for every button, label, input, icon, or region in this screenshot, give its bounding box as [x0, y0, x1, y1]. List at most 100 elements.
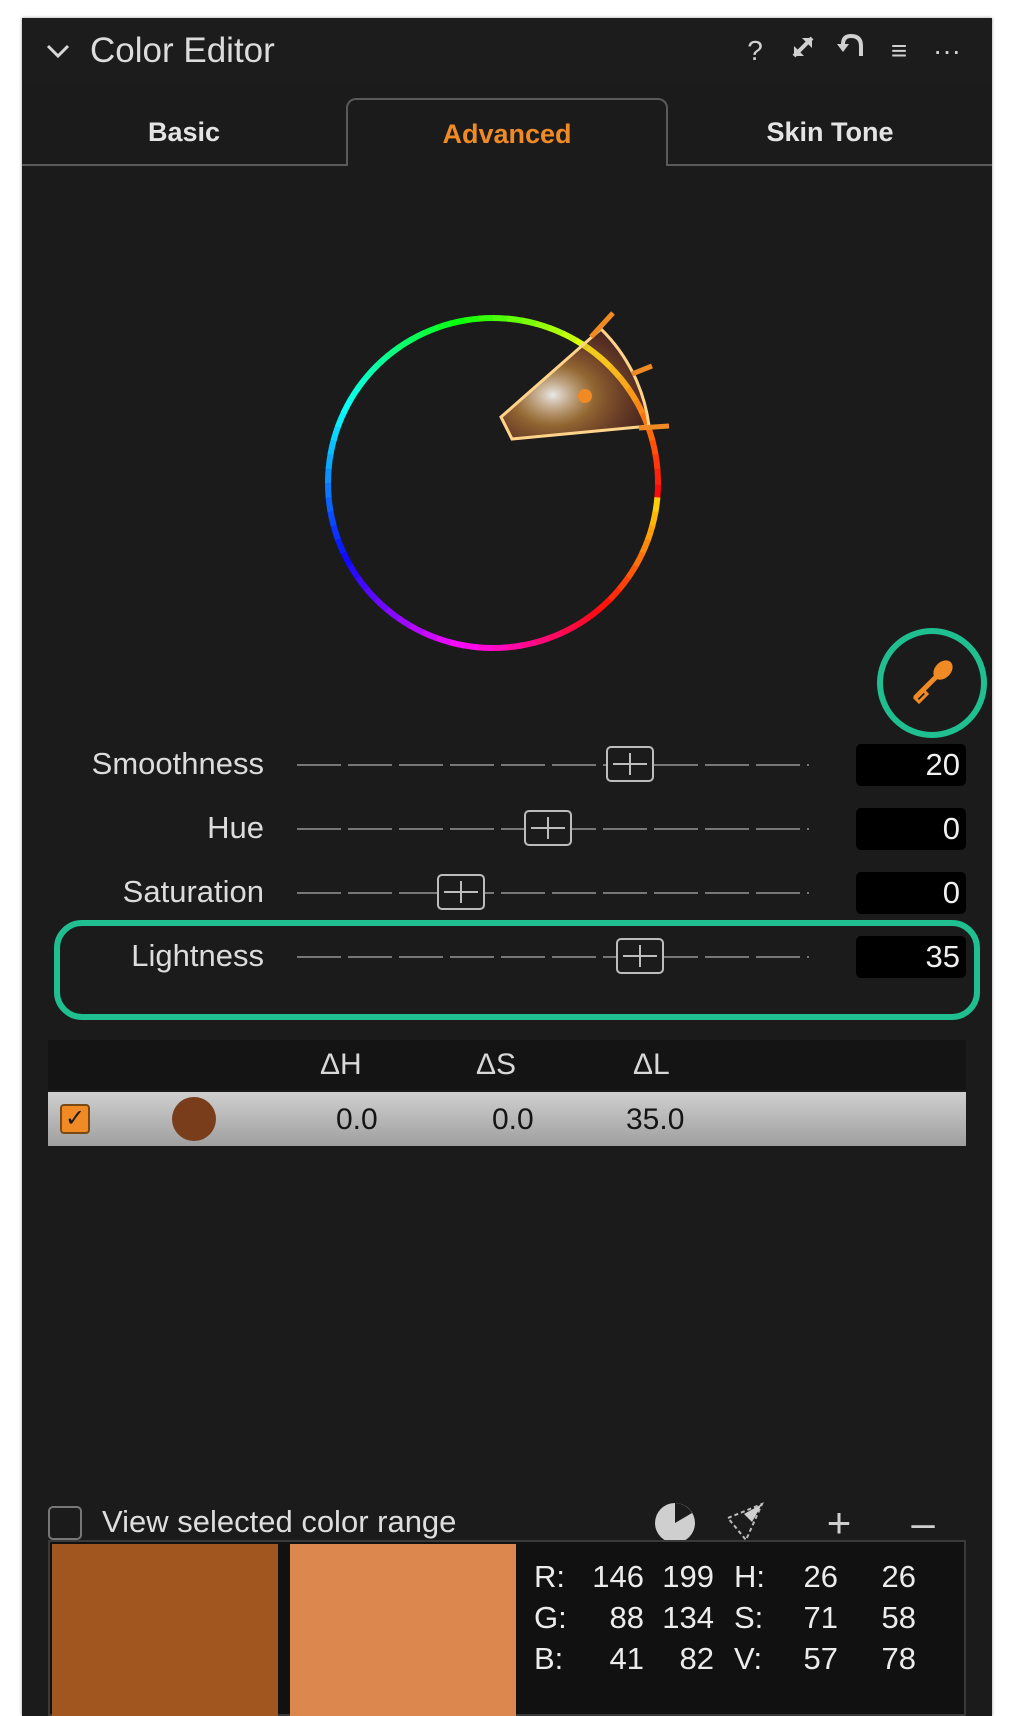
hue-ring-segment[interactable]	[463, 315, 481, 324]
tab-advanced[interactable]: Advanced	[346, 98, 668, 166]
hue-ring-segment[interactable]	[325, 452, 334, 469]
hue-ring-segment[interactable]	[491, 644, 508, 651]
hue-ring-segment[interactable]	[383, 606, 401, 621]
row-color-swatch[interactable]	[172, 1097, 216, 1141]
hue-ring-segment[interactable]	[433, 634, 452, 646]
hue-ring-segment[interactable]	[649, 439, 659, 457]
hue-ring-segment[interactable]	[654, 482, 661, 500]
chevron-down-icon[interactable]	[44, 40, 72, 64]
hue-ring-segment[interactable]	[644, 524, 656, 543]
hue-ring-segment[interactable]	[521, 317, 539, 327]
hue-ring-segment[interactable]	[325, 466, 332, 484]
hue-ring-segment[interactable]	[325, 495, 334, 513]
table-row[interactable]: ✓ 0.0 0.0 35.0	[48, 1092, 966, 1146]
hue-ring-segment[interactable]	[654, 468, 661, 485]
tab-basic[interactable]: Basic	[22, 98, 346, 166]
hue-ring-segment[interactable]	[330, 523, 341, 541]
hue-ring-segment[interactable]	[476, 644, 494, 651]
readout-v3-0: 26	[803, 1559, 838, 1594]
hue-ring-segment[interactable]	[548, 325, 566, 337]
hue-ring-segment[interactable]	[572, 615, 590, 630]
row-enabled-checkbox[interactable]: ✓	[60, 1104, 90, 1134]
hue-ring-segment[interactable]	[327, 437, 337, 455]
hue-ring-segment[interactable]	[652, 497, 661, 514]
hue-ring-segment[interactable]	[363, 585, 379, 602]
help-icon[interactable]: ?	[740, 33, 770, 69]
column-header-delta-h: ΔH	[320, 1048, 362, 1081]
readout-c1-2: B:	[534, 1641, 564, 1676]
hue-ring-segment[interactable]	[335, 410, 347, 428]
hue-ring-segment[interactable]	[561, 330, 579, 344]
slider-track[interactable]	[297, 764, 809, 766]
hue-ring-segment[interactable]	[449, 317, 467, 327]
hue-ring-segment[interactable]	[559, 623, 577, 636]
more-icon[interactable]: ···	[932, 33, 962, 69]
hue-ring-segment[interactable]	[533, 635, 551, 646]
hue-ring-segment[interactable]	[649, 511, 659, 529]
hue-ring-segment[interactable]	[435, 320, 453, 331]
hue-ring-segment[interactable]	[325, 481, 332, 498]
hue-ring-segment[interactable]	[340, 549, 353, 567]
hue-ring-segment[interactable]	[534, 320, 553, 332]
slider-value[interactable]: 20	[856, 744, 966, 786]
reset-icon[interactable]	[836, 32, 866, 69]
readout-c1-1: G:	[534, 1600, 567, 1635]
hue-ring-segment[interactable]	[330, 423, 342, 442]
slider-row-saturation: Saturation 0	[22, 864, 992, 924]
slider-label: Smoothness	[91, 746, 264, 781]
hue-ring-segment[interactable]	[616, 575, 631, 593]
list-icon[interactable]: ≡	[884, 33, 914, 69]
range-handle[interactable]	[631, 363, 653, 377]
hue-ring-segment[interactable]	[519, 639, 537, 649]
slider-value[interactable]: 0	[856, 808, 966, 850]
cell-delta-h: 0.0	[336, 1103, 378, 1136]
hue-ring-segment[interactable]	[409, 330, 427, 343]
hue-ring-segment[interactable]	[447, 639, 465, 649]
slider-track[interactable]	[297, 892, 809, 894]
hue-ring-segment[interactable]	[327, 509, 337, 527]
hue-center-point[interactable]	[578, 389, 592, 403]
selected-hue-wedge[interactable]	[499, 326, 651, 441]
hue-ring-segment[interactable]	[340, 397, 354, 415]
hue-ring-segment[interactable]	[354, 574, 369, 591]
slider-thumb[interactable]	[436, 874, 485, 910]
expand-icon[interactable]	[788, 33, 818, 69]
hue-ring-segment[interactable]	[346, 562, 361, 580]
hue-ring-segment[interactable]	[407, 622, 425, 636]
hue-ring-segment[interactable]	[420, 629, 438, 641]
hue-ring-segment[interactable]	[595, 597, 612, 613]
hue-ring-segment[interactable]	[492, 315, 510, 322]
slider-value[interactable]: 0	[856, 872, 966, 914]
hue-ring-segment[interactable]	[364, 363, 380, 379]
view-range-checkbox[interactable]	[48, 1506, 82, 1540]
range-handle[interactable]	[638, 423, 670, 431]
readout-v2-2: 82	[679, 1641, 714, 1676]
hue-ring-segment[interactable]	[396, 336, 414, 351]
hue-ring-segment[interactable]	[462, 642, 479, 651]
hue-ring-segment[interactable]	[624, 563, 639, 581]
hue-ring-segment[interactable]	[546, 629, 564, 642]
slider-thumb[interactable]	[605, 746, 654, 782]
hue-ring-segment[interactable]	[385, 344, 402, 359]
tab-bar: Basic Advanced Skin Tone	[22, 98, 992, 168]
column-header-delta-l: ΔL	[633, 1048, 670, 1081]
hue-ring-segment[interactable]	[632, 551, 646, 569]
slider-thumb[interactable]	[523, 810, 572, 846]
hue-ring-segment[interactable]	[584, 607, 601, 622]
hue-ring-segment[interactable]	[334, 536, 347, 554]
hue-ring-segment[interactable]	[478, 315, 495, 322]
hue-ring-segment[interactable]	[505, 642, 523, 651]
tab-skin-tone[interactable]: Skin Tone	[668, 98, 992, 166]
eyedropper-icon[interactable]	[905, 654, 959, 708]
hue-ring-segment[interactable]	[374, 353, 391, 369]
hue-ring-segment[interactable]	[507, 315, 524, 324]
hue-ring-segment[interactable]	[355, 373, 370, 391]
hue-ring-segment[interactable]	[652, 453, 661, 471]
hue-ring-segment[interactable]	[373, 596, 389, 612]
hue-ring-segment[interactable]	[422, 324, 440, 337]
hue-ring-segment[interactable]	[347, 385, 362, 403]
hue-ring-segment[interactable]	[606, 587, 622, 603]
color-wheel[interactable]	[307, 273, 747, 713]
hue-ring-segment[interactable]	[395, 614, 413, 629]
hue-ring-segment[interactable]	[639, 538, 651, 556]
